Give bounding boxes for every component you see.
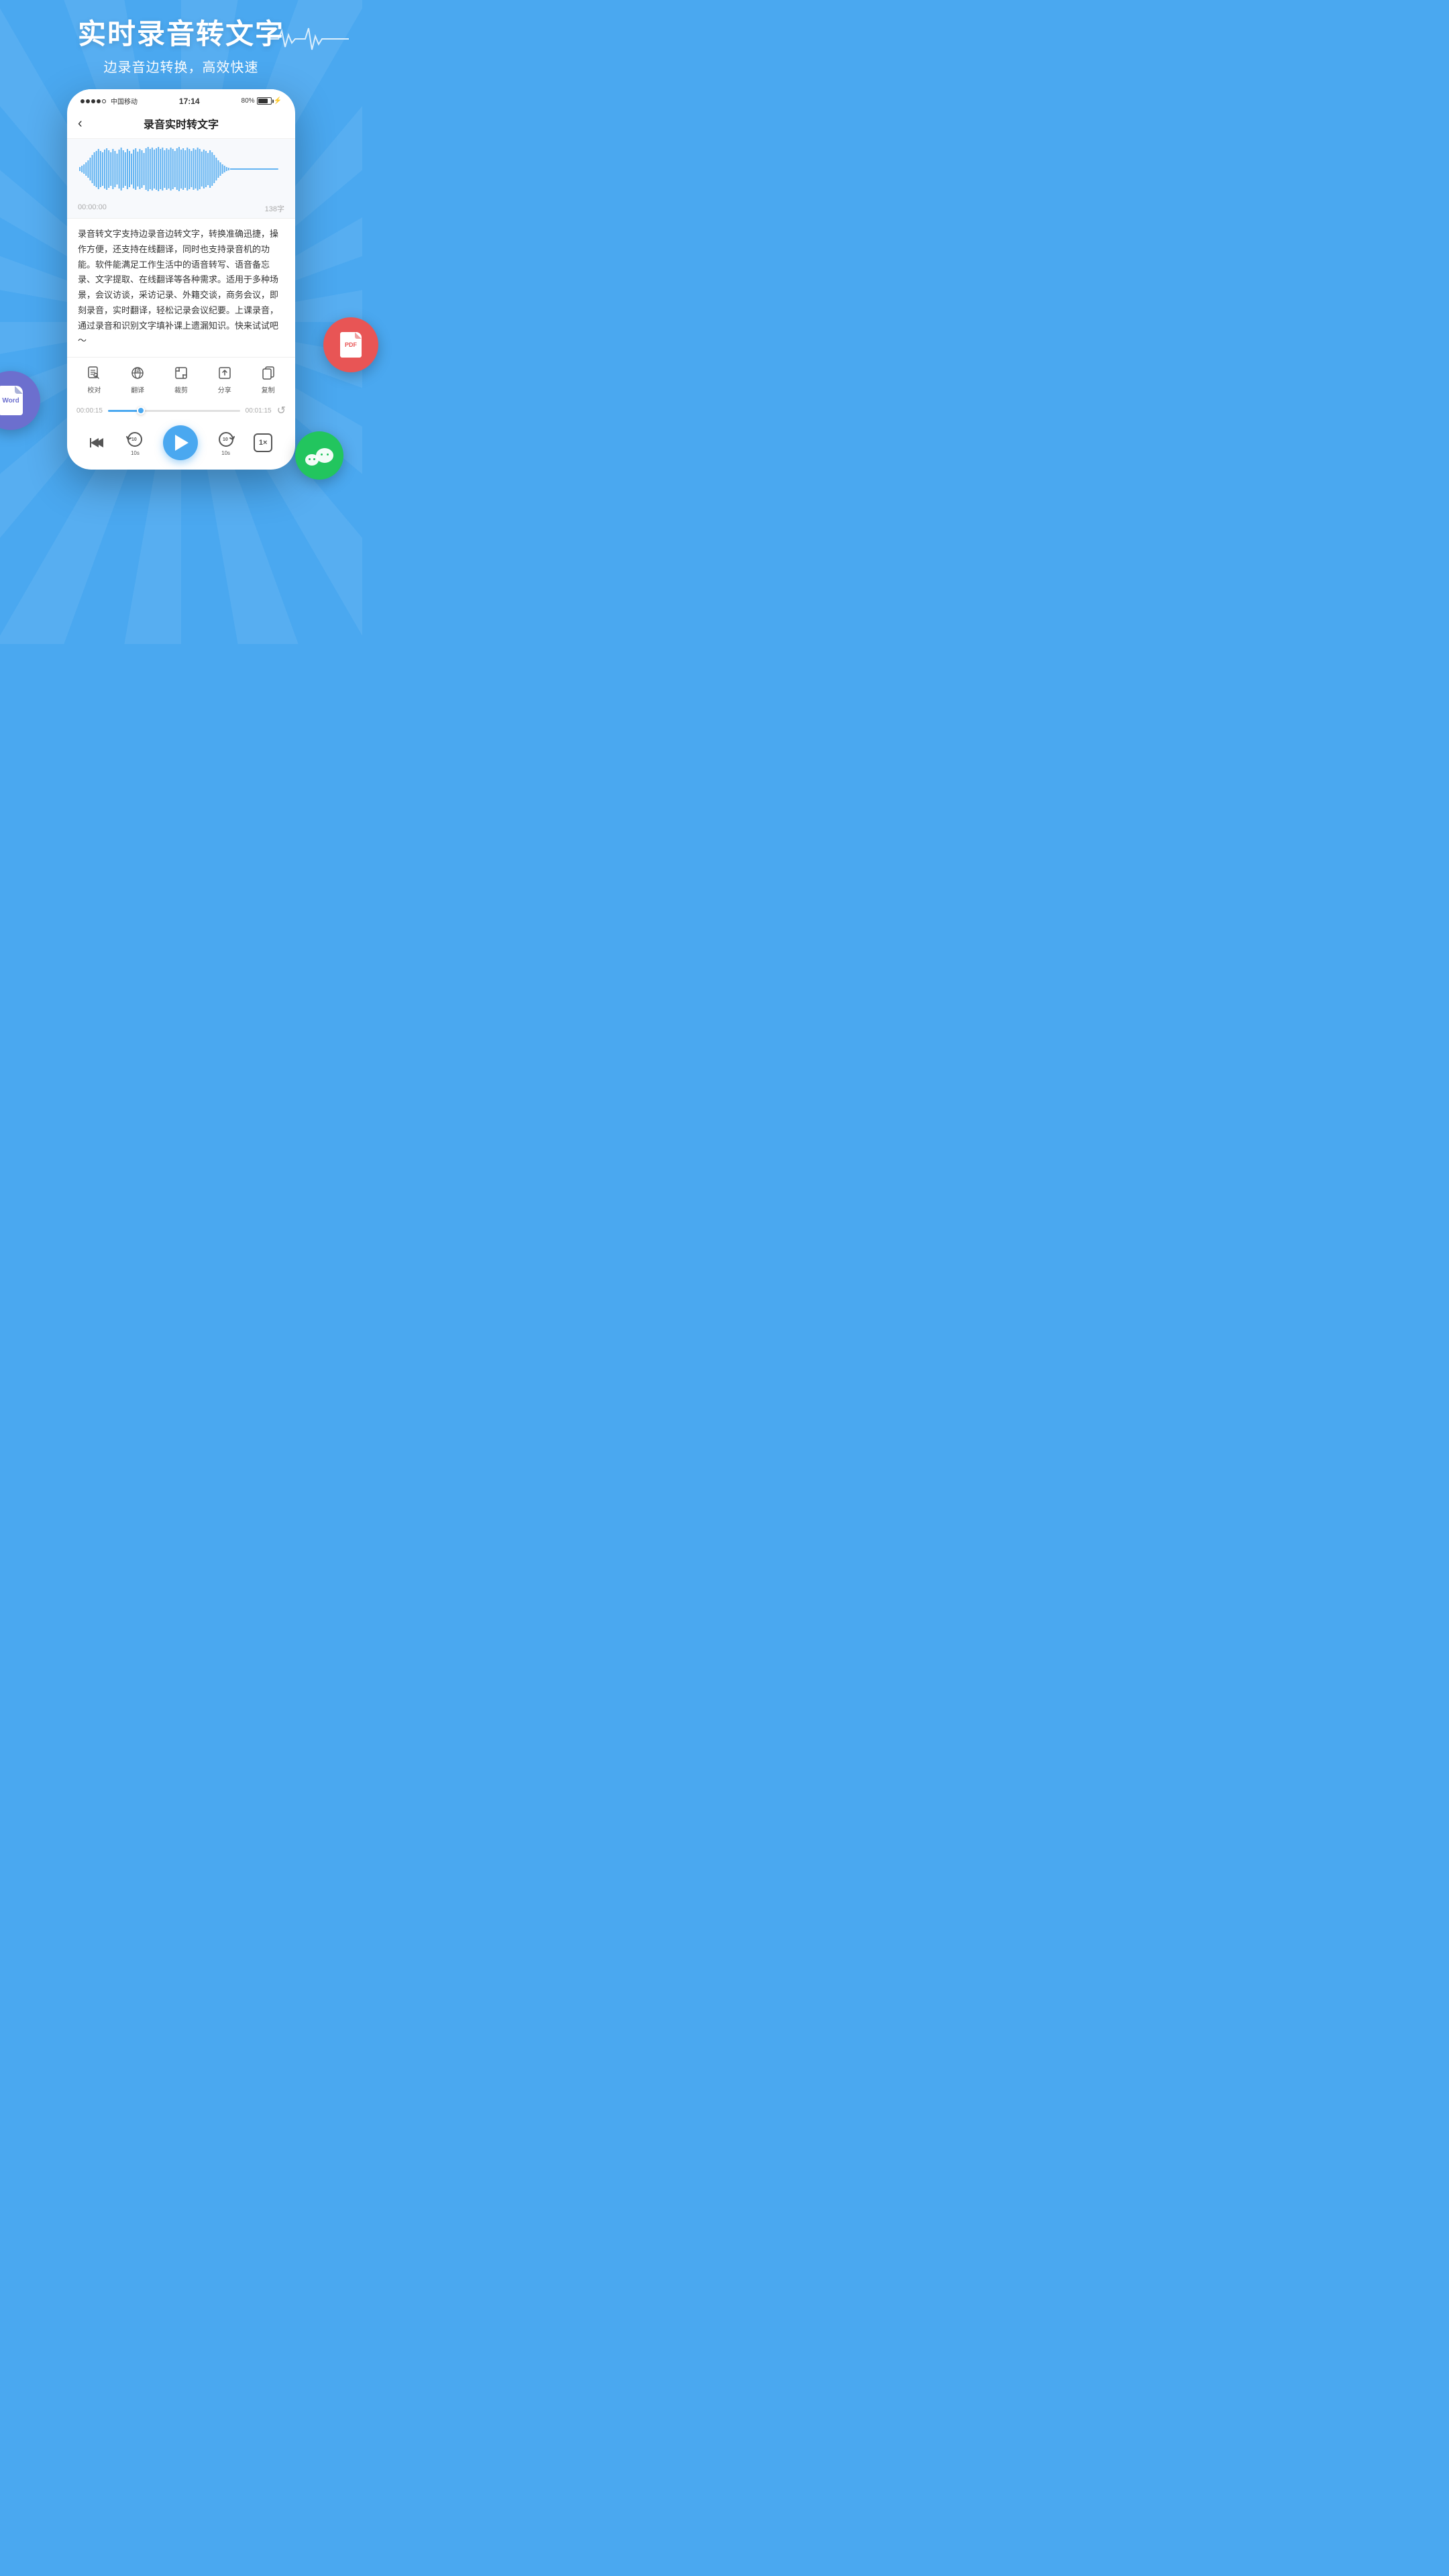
toolbar-share[interactable]: 分享 (216, 364, 233, 394)
wechat-face-big (316, 448, 333, 463)
battery-percent: 80% (241, 97, 255, 105)
rewind-button[interactable] (90, 434, 107, 451)
transcript-text[interactable]: 录音转文字支持边录音边转文字，转换准确迅捷，操作方便，还支持在线翻译，同时也支持… (67, 219, 295, 357)
toolbar-trim[interactable]: 裁剪 (172, 364, 190, 394)
play-icon (175, 435, 189, 451)
timestamp-label: 00:00:00 (78, 203, 107, 214)
wechat-icon (305, 445, 333, 466)
svg-text:10: 10 (131, 437, 137, 442)
trim-label: 裁剪 (174, 384, 188, 394)
toolbar: 校对 译 翻译 (67, 357, 295, 398)
translate-label: 翻译 (131, 384, 144, 394)
battery-fill (258, 99, 268, 103)
pdf-badge[interactable]: PDF (323, 317, 378, 372)
loop-icon[interactable]: ↺ (277, 404, 286, 417)
char-count-label: 138字 (265, 203, 284, 214)
back10-button[interactable]: 10 10s (125, 430, 144, 456)
copy-icon (260, 364, 277, 382)
nav-bar: ‹ 录音实时转文字 (67, 110, 295, 139)
ecg-line-icon (268, 25, 349, 52)
time-row: 00:00:00 138字 (67, 199, 295, 219)
wechat-badge[interactable] (295, 431, 343, 480)
trim-icon (172, 364, 190, 382)
wechat-dot-right (327, 453, 329, 455)
svg-text:10: 10 (223, 437, 228, 442)
progress-total: 00:01:15 (246, 407, 272, 415)
progress-thumb[interactable] (137, 407, 145, 415)
status-left: 中国移动 (80, 96, 138, 106)
charge-icon: ⚡ (274, 97, 282, 105)
toolbar-copy[interactable]: 复制 (260, 364, 277, 394)
progress-fill (108, 410, 141, 412)
carrier-label: 中国移动 (111, 96, 138, 106)
svg-text:译: 译 (135, 368, 140, 374)
playback-controls: 10 10s 10 10s 1× (67, 420, 295, 470)
proofread-label: 校对 (87, 384, 101, 394)
battery-icon (257, 97, 272, 105)
dot4 (97, 99, 101, 103)
speed-display: 1× (254, 433, 272, 452)
back10-label: 10s (131, 450, 140, 456)
dot5 (102, 99, 106, 103)
phone-wrapper: 中国移动 17:14 80% ⚡ ‹ 录音实时转文字 (0, 89, 362, 470)
pdf-doc-label: PDF (345, 341, 357, 348)
share-icon (216, 364, 233, 382)
pdf-badge-inner: PDF (340, 332, 362, 358)
word-badge[interactable]: Word (0, 371, 40, 430)
dot3 (91, 99, 95, 103)
wechat-small-dot-left (309, 458, 311, 460)
back-button[interactable]: ‹ (78, 116, 98, 131)
phone-frame: 中国移动 17:14 80% ⚡ ‹ 录音实时转文字 (67, 89, 295, 470)
word-doc-icon: Word (0, 386, 23, 415)
nav-title: 录音实时转文字 (98, 115, 264, 131)
wechat-face-small (305, 454, 319, 466)
pdf-doc-icon: PDF (340, 332, 362, 358)
status-time: 17:14 (179, 97, 200, 106)
play-button[interactable] (163, 425, 198, 460)
speed-button[interactable]: 1× (254, 433, 272, 452)
wechat-dot-left (321, 453, 323, 455)
progress-bar[interactable] (108, 410, 240, 412)
header-subtitle: 边录音边转换，高效快速 (13, 56, 349, 76)
toolbar-proofread[interactable]: 校对 (85, 364, 103, 394)
proofread-icon (85, 364, 103, 382)
waveform-visualization (78, 146, 284, 193)
dot2 (86, 99, 90, 103)
toolbar-translate[interactable]: 译 翻译 (129, 364, 146, 394)
status-right: 80% ⚡ (241, 97, 282, 105)
waveform-area (67, 139, 295, 199)
translate-icon: 译 (129, 364, 146, 382)
status-bar: 中国移动 17:14 80% ⚡ (67, 89, 295, 110)
forward10-label: 10s (221, 450, 230, 456)
progress-current: 00:00:15 (76, 407, 103, 415)
wechat-small-dot-right (313, 458, 315, 460)
forward10-button[interactable]: 10 10s (217, 430, 235, 456)
copy-label: 复制 (262, 384, 275, 394)
word-doc-label: Word (2, 397, 19, 405)
share-label: 分享 (218, 384, 231, 394)
progress-area: 00:00:15 00:01:15 ↺ (67, 398, 295, 420)
word-badge-inner: Word (0, 386, 23, 415)
dot1 (80, 99, 85, 103)
signal-dots (80, 99, 106, 103)
